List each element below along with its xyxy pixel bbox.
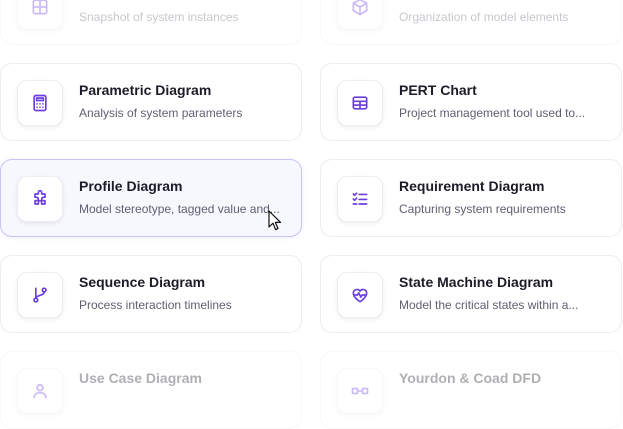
diagram-card-description: Model the critical states within a... bbox=[399, 298, 579, 312]
diagram-card-description: Snapshot of system instances bbox=[79, 10, 239, 24]
diagram-card-object[interactable]: Snapshot of system instances bbox=[0, 0, 302, 45]
diagram-card-title: PERT Chart bbox=[399, 82, 477, 98]
diagram-card-state-machine[interactable]: State Machine Diagram Model the critical… bbox=[320, 255, 622, 333]
checklist-icon bbox=[352, 192, 368, 205]
table-icon bbox=[352, 96, 368, 110]
calculator-icon bbox=[33, 94, 47, 112]
diagram-card-description: Project management tool used to... bbox=[399, 106, 586, 120]
diagram-card-title: Yourdon & Coad DFD bbox=[399, 370, 542, 386]
puzzle-icon bbox=[34, 189, 46, 205]
diagram-card-icon-box bbox=[337, 272, 383, 318]
diagram-card-icon-box bbox=[17, 368, 63, 414]
mouse-cursor-icon bbox=[268, 210, 282, 231]
diagram-card-title: Sequence Diagram bbox=[79, 274, 206, 290]
diagram-card-description: Process interaction timelines bbox=[79, 298, 232, 312]
diagram-card-parametric[interactable]: Parametric Diagram Analysis of system pa… bbox=[0, 63, 302, 141]
diagram-card-description: Organization of model elements bbox=[399, 10, 569, 24]
diagram-card-title: Profile Diagram bbox=[79, 178, 183, 194]
package-icon bbox=[352, 0, 368, 16]
diagram-card-title: Parametric Diagram bbox=[79, 82, 212, 98]
flow-icon bbox=[351, 387, 369, 395]
diagram-card-icon-box bbox=[17, 272, 63, 318]
diagram-card-icon-box bbox=[17, 80, 63, 126]
diagram-card-icon-box bbox=[337, 176, 383, 222]
heart-pulse-icon bbox=[352, 288, 368, 303]
diagram-card-description: Capturing system requirements bbox=[399, 202, 566, 216]
diagram-card-title: State Machine Diagram bbox=[399, 274, 554, 290]
diagram-card-icon-box bbox=[337, 0, 383, 30]
diagram-card-title: Requirement Diagram bbox=[399, 178, 545, 194]
diagram-card-package[interactable]: Organization of model elements bbox=[320, 0, 622, 45]
diagram-card-icon-box bbox=[17, 176, 63, 222]
diagram-card-yourdon-coad[interactable]: Yourdon & Coad DFD bbox=[320, 351, 622, 429]
diagram-card-requirement[interactable]: Requirement Diagram Capturing system req… bbox=[320, 159, 622, 237]
grid-icon bbox=[32, 0, 48, 15]
diagram-card-description: Model stereotype, tagged value and... bbox=[79, 202, 280, 216]
diagram-card-icon-box bbox=[337, 80, 383, 126]
diagram-card-use-case[interactable]: Use Case Diagram bbox=[0, 351, 302, 429]
diagram-card-title: Use Case Diagram bbox=[79, 370, 202, 386]
diagram-card-icon-box bbox=[17, 0, 63, 30]
diagram-card-sequence[interactable]: Sequence Diagram Process interaction tim… bbox=[0, 255, 302, 333]
diagram-card-icon-box bbox=[337, 368, 383, 414]
diagram-card-description: Analysis of system parameters bbox=[79, 106, 243, 120]
diagram-card-profile[interactable]: Profile Diagram Model stereotype, tagged… bbox=[0, 159, 302, 237]
diagram-card-pert[interactable]: PERT Chart Project management tool used … bbox=[320, 63, 622, 141]
user-icon bbox=[33, 383, 47, 399]
git-branch-icon bbox=[33, 287, 47, 303]
